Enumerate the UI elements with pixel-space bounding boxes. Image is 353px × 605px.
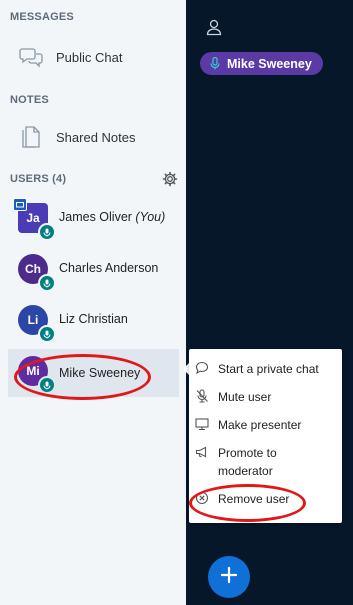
circle-x-icon: [195, 491, 209, 505]
presenter-icon: [195, 417, 209, 431]
microphone-icon: [38, 376, 56, 394]
user-row-mike-sweeney[interactable]: Mi Mike Sweeney: [8, 349, 179, 397]
menu-item-remove-user[interactable]: Remove user: [195, 490, 340, 508]
microphone-icon: [38, 274, 56, 292]
user-list-sidebar: MESSAGES Public Chat NOTES Shared Notes …: [0, 0, 186, 605]
user-row-liz-christian[interactable]: Li Liz Christian: [8, 298, 179, 346]
chat-bubbles-icon: [16, 42, 46, 72]
user-name: Liz Christian: [59, 312, 128, 326]
shared-notes-label: Shared Notes: [56, 129, 136, 145]
menu-item-start-private-chat[interactable]: Start a private chat: [195, 360, 340, 378]
user-name: Mike Sweeney: [59, 366, 141, 380]
user-row-james-oliver[interactable]: Ja James Oliver (You): [8, 196, 179, 244]
mute-icon: [195, 389, 209, 403]
talking-indicator[interactable]: Mike Sweeney: [200, 52, 323, 75]
user-name: Charles Anderson: [59, 261, 159, 275]
user-outline-icon[interactable]: [205, 18, 223, 36]
users-section-title: USERS (4): [10, 173, 67, 185]
notes-section-title: NOTES: [10, 94, 49, 106]
menu-item-label: Make presenter: [218, 418, 302, 432]
you-label: (You): [135, 210, 166, 224]
presenter-icon: [13, 198, 27, 211]
document-icon: [16, 122, 46, 152]
public-chat-label: Public Chat: [56, 49, 123, 65]
actions-button[interactable]: [208, 556, 250, 598]
talking-user-name: Mike Sweeney: [227, 56, 312, 71]
menu-item-mute-user[interactable]: Mute user: [195, 388, 340, 406]
avatar-initials: Ja: [26, 211, 40, 225]
user-context-menu: Start a private chat Mute user Make pres…: [189, 349, 342, 523]
shared-notes-item[interactable]: Shared Notes: [10, 119, 180, 155]
menu-item-label: Mute user: [218, 390, 272, 404]
menu-item-label: Promote to moderator: [218, 446, 277, 478]
messages-section-title: MESSAGES: [10, 11, 74, 23]
gear-icon[interactable]: [162, 171, 178, 187]
avatar-initials: Mi: [26, 364, 40, 378]
microphone-icon: [209, 57, 221, 71]
megaphone-icon: [195, 445, 209, 459]
user-row-charles-anderson[interactable]: Ch Charles Anderson: [8, 247, 179, 295]
menu-item-label: Start a private chat: [218, 362, 319, 376]
avatar-initials: Li: [27, 313, 39, 327]
menu-item-promote-to-moderator[interactable]: Promote to moderator: [195, 444, 340, 480]
menu-item-make-presenter[interactable]: Make presenter: [195, 416, 340, 434]
avatar-initials: Ch: [25, 262, 41, 276]
plus-icon: [220, 566, 238, 589]
chat-icon: [195, 361, 209, 375]
user-name: James Oliver (You): [59, 210, 166, 224]
microphone-icon: [38, 325, 56, 343]
menu-item-label: Remove user: [218, 492, 290, 506]
public-chat-item[interactable]: Public Chat: [10, 39, 180, 75]
microphone-icon: [38, 223, 56, 241]
